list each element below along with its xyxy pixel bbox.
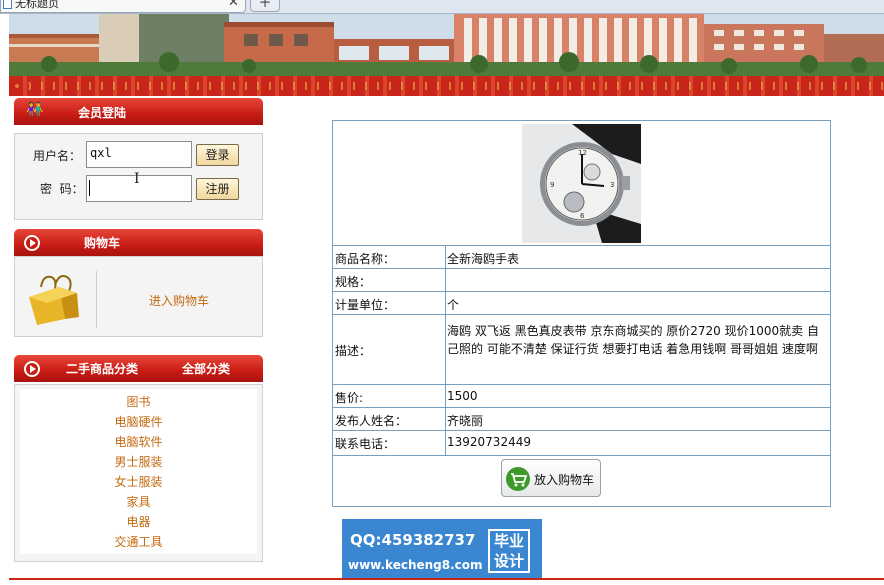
- category-item[interactable]: 图书: [20, 395, 257, 409]
- product-name-value: 全新海鸥手表: [447, 252, 520, 266]
- categories-panel-header: 二手商品分类 全部分类: [14, 355, 263, 382]
- svg-text:12: 12: [578, 149, 587, 157]
- watermark-banner: QQ:459382737 www.kecheng8.com 毕业 设计: [342, 519, 542, 579]
- username-label: 用户名：: [33, 149, 82, 163]
- browser-tab[interactable]: 无标题页 ✕: [0, 0, 246, 13]
- category-item[interactable]: 电脑软件: [20, 435, 257, 449]
- column-divider: [445, 431, 446, 455]
- column-divider: [445, 408, 446, 430]
- category-list: 图书 电脑硬件 电脑软件 男士服装 女士服装 家具 电器 交通工具: [20, 389, 257, 554]
- watermark-site: www.kecheng8.com: [348, 558, 483, 572]
- category-item[interactable]: 家具: [20, 495, 257, 509]
- login-button[interactable]: 登录: [196, 144, 239, 166]
- category-item[interactable]: 电脑硬件: [20, 415, 257, 429]
- text-caret: [89, 180, 90, 196]
- product-price-value: 1500: [447, 389, 478, 403]
- product-description-value: 海鸥 双飞返 黑色真皮表带 京东商城买的 原价2720 现价1000就卖 自己照…: [447, 324, 819, 356]
- enter-cart-link[interactable]: 进入购物车: [149, 292, 209, 309]
- cart-panel: 进入购物车: [14, 256, 263, 337]
- column-divider: [445, 292, 446, 314]
- username-field[interactable]: qxl: [86, 141, 192, 168]
- product-field-label: 描述：: [335, 344, 372, 358]
- password-label: 密 码：: [40, 182, 84, 196]
- cart-panel-title: 购物车: [84, 236, 121, 250]
- category-item[interactable]: 男士服装: [20, 455, 257, 469]
- add-to-cart-button[interactable]: 放入购物车: [501, 459, 601, 497]
- product-row-unit: 计量单位： 个: [333, 292, 830, 315]
- product-field-label: 联系电话：: [335, 437, 396, 451]
- register-button[interactable]: 注册: [196, 178, 239, 200]
- product-detail-table: 12 3 6 9 商品名称： 全新海鸥手表 规格： 计量单位： 个 描述： 海鸥 双飞…: [332, 120, 831, 507]
- cart-panel-header: 购物车: [14, 229, 263, 256]
- categories-panel: 图书 电脑硬件 电脑软件 男士服装 女士服装 家具 电器 交通工具: [14, 384, 263, 562]
- svg-text:6: 6: [580, 212, 585, 220]
- product-field-label: 商品名称：: [335, 252, 396, 266]
- svg-text:9: 9: [550, 181, 554, 189]
- text-cursor-icon: I: [134, 171, 140, 187]
- watermark-badge-line: 设计: [493, 552, 524, 570]
- product-field-label: 计量单位：: [335, 298, 396, 312]
- banner-floral-strip: [9, 76, 884, 96]
- product-field-label: 售价:: [335, 391, 364, 405]
- campus-banner-image: [9, 14, 884, 76]
- product-field-label: 发布人姓名：: [335, 414, 408, 428]
- login-panel-header: 👫 会员登陆: [14, 98, 263, 125]
- product-seller-value: 齐晓丽: [447, 414, 484, 428]
- tab-title: 无标题页: [15, 0, 59, 10]
- watch-image: 12 3 6 9: [522, 124, 641, 243]
- cart-icon: [506, 467, 530, 491]
- product-photo-cell: 12 3 6 9: [333, 121, 830, 246]
- category-item[interactable]: 女士服装: [20, 475, 257, 489]
- column-divider: [445, 315, 446, 384]
- product-field-label: 规格：: [335, 275, 372, 289]
- category-item[interactable]: 电器: [20, 515, 257, 529]
- categories-panel-title: 二手商品分类: [66, 362, 139, 376]
- product-row-spec: 规格：: [333, 269, 830, 292]
- new-tab-button[interactable]: +: [250, 0, 280, 12]
- arrow-right-icon: [24, 235, 40, 251]
- bottom-rule: [9, 578, 884, 580]
- members-icon: 👫: [26, 102, 44, 118]
- page-icon: [3, 0, 12, 9]
- column-divider: [445, 269, 446, 291]
- svg-text:3: 3: [610, 181, 614, 189]
- site-banner: [9, 14, 884, 76]
- arrow-right-icon: [24, 361, 40, 377]
- product-unit-value: 个: [447, 298, 460, 312]
- close-tab-icon[interactable]: ✕: [228, 0, 239, 10]
- login-panel-title: 会员登陆: [78, 106, 127, 120]
- product-photo: 12 3 6 9: [522, 124, 641, 243]
- add-to-cart-label: 放入购物车: [534, 473, 595, 487]
- buy-cell: 放入购物车: [333, 456, 830, 506]
- product-row-description: 描述： 海鸥 双飞返 黑色真皮表带 京东商城买的 原价2720 现价1000就卖…: [333, 315, 830, 385]
- product-row-seller: 发布人姓名： 齐晓丽: [333, 408, 830, 431]
- column-divider: [445, 385, 446, 407]
- browser-tab-strip: 无标题页 ✕ +: [0, 0, 884, 14]
- cart-divider: [96, 271, 97, 328]
- watermark-badge: 毕业 设计: [488, 529, 530, 573]
- product-phone-value: 13920732449: [447, 435, 531, 449]
- category-item[interactable]: 交通工具: [20, 535, 257, 549]
- all-categories-link[interactable]: 全部分类: [182, 360, 230, 377]
- shopping-bag-icon: [29, 275, 79, 325]
- product-row-price: 售价: 1500: [333, 385, 830, 408]
- product-row-phone: 联系电话： 13920732449: [333, 431, 830, 456]
- watermark-badge-line: 毕业: [493, 532, 524, 550]
- column-divider: [445, 246, 446, 268]
- product-row-name: 商品名称： 全新海鸥手表: [333, 246, 830, 269]
- watermark-qq: QQ:459382737: [350, 531, 476, 549]
